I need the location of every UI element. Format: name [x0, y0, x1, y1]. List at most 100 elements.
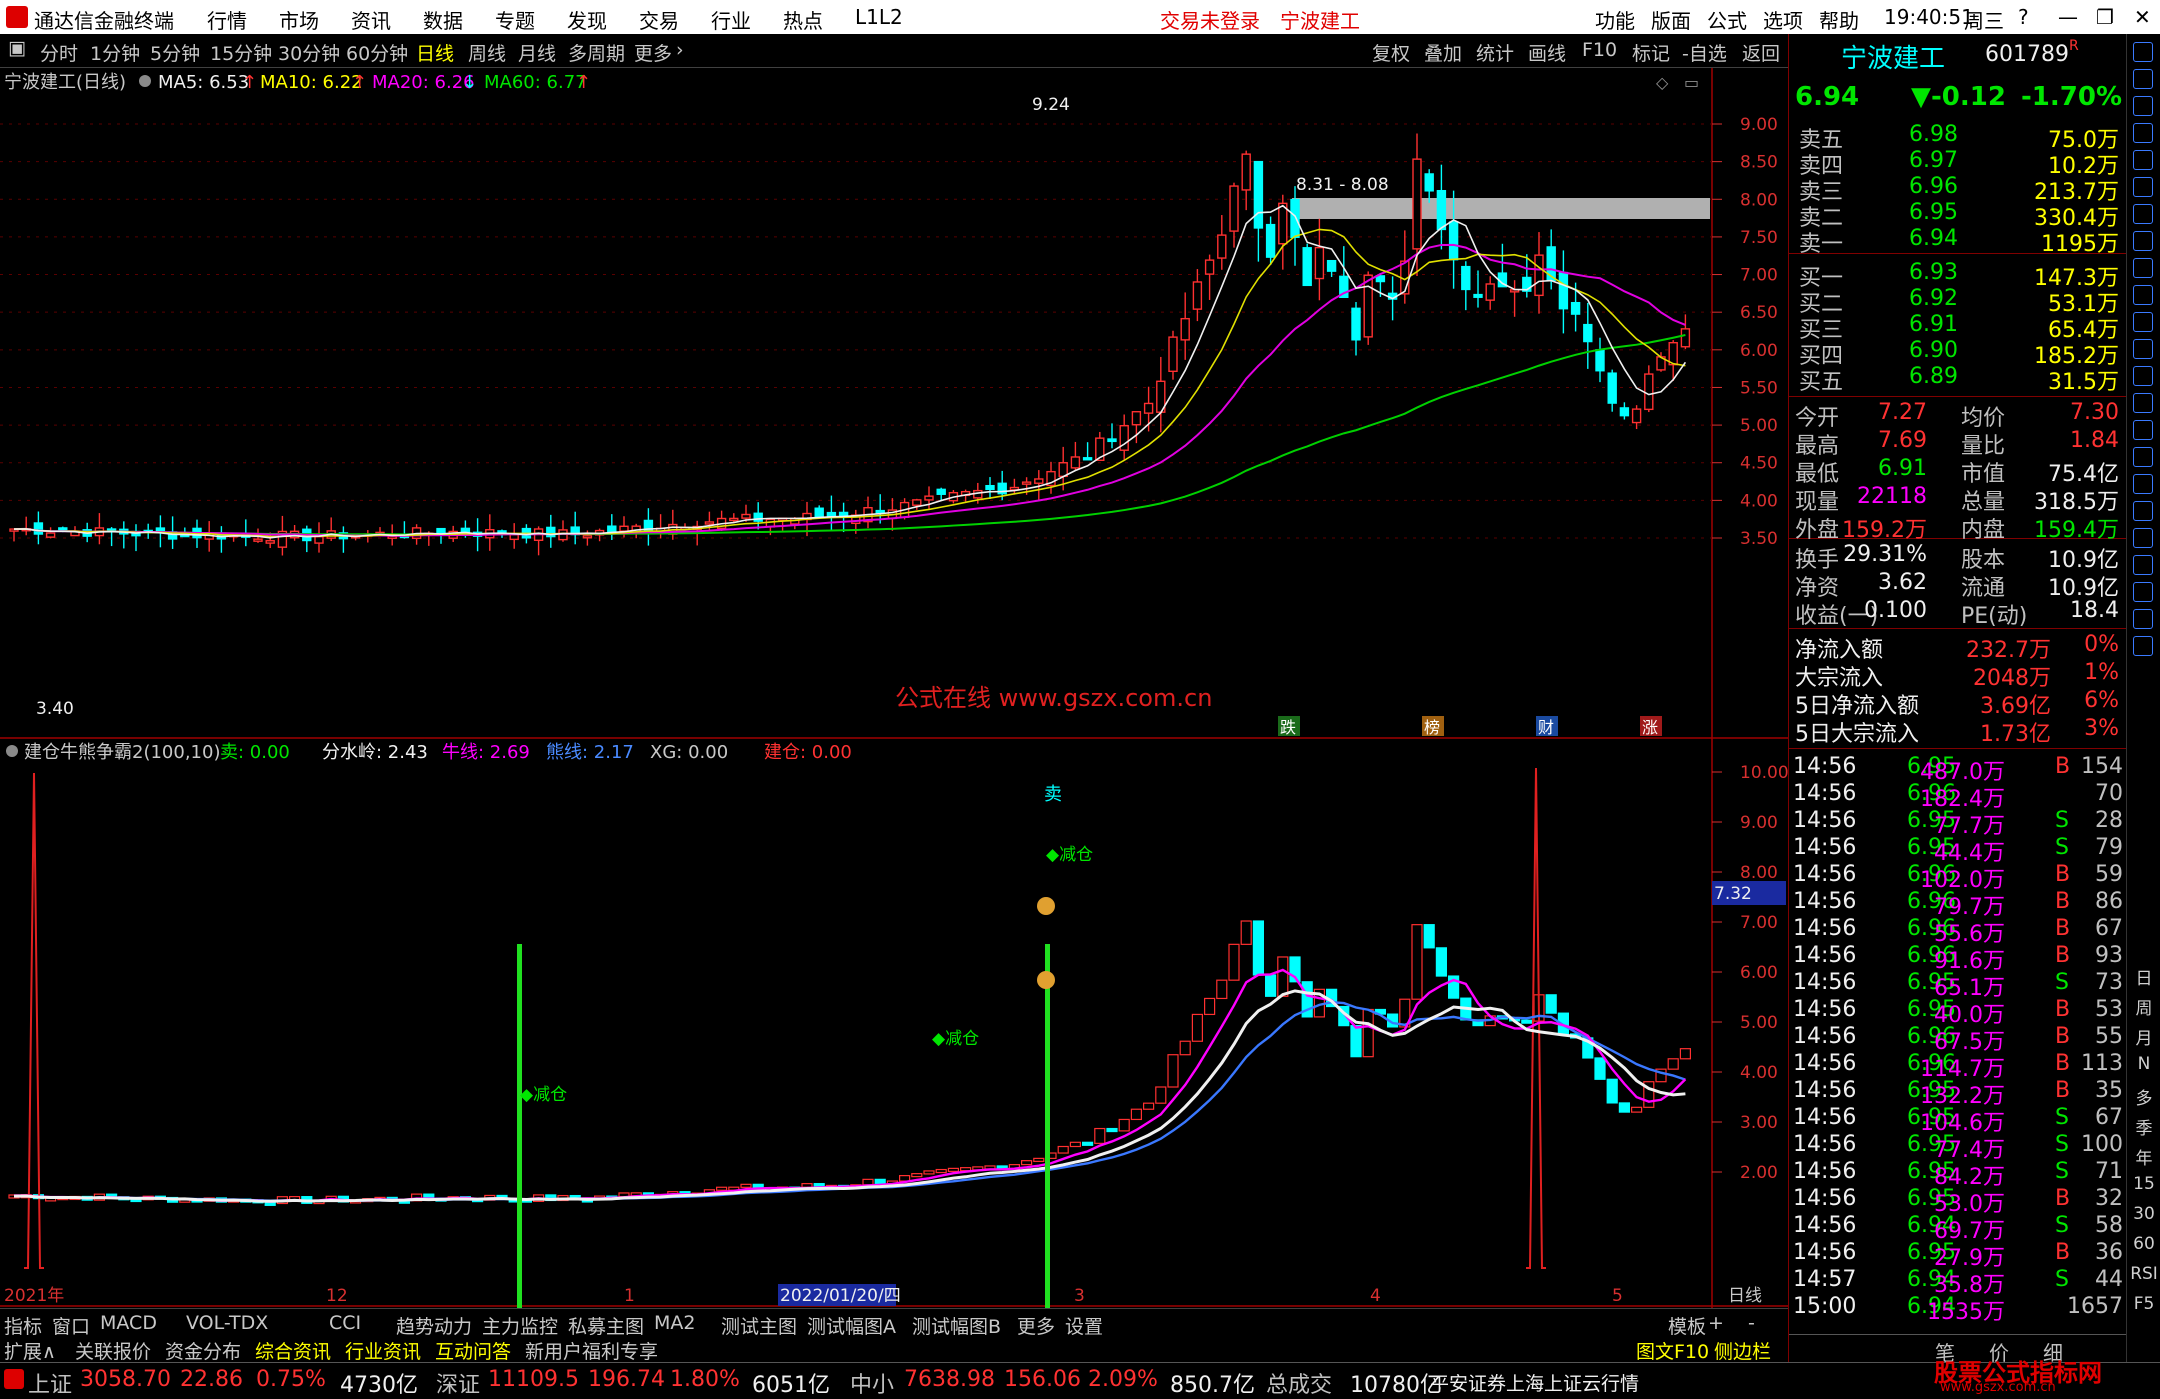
bid-row[interactable]: 买二 6.92 53.1万: [1789, 286, 2127, 317]
candle[interactable]: [1314, 246, 1325, 280]
indicator-tab[interactable]: 私募主图: [568, 1312, 644, 1339]
candle[interactable]: [1034, 478, 1044, 484]
period-side-item[interactable]: 月: [2129, 1024, 2159, 1049]
indicator-tab[interactable]: MA2: [654, 1312, 695, 1334]
period-side-item[interactable]: 15: [2129, 1174, 2159, 1194]
candle[interactable]: [1534, 254, 1544, 297]
side-tool-icon[interactable]: [2133, 474, 2153, 494]
candle[interactable]: [1058, 462, 1068, 478]
side-tool-icon[interactable]: [2133, 150, 2153, 170]
period-side-item[interactable]: 周: [2129, 994, 2159, 1019]
candle[interactable]: [1546, 246, 1556, 281]
stat-row[interactable]: 外盘 159.2万 内盘 159.4万: [1789, 512, 2127, 543]
period-side-item[interactable]: 季: [2129, 1114, 2159, 1139]
side-tool-icon[interactable]: [2133, 636, 2153, 656]
candle[interactable]: [1217, 234, 1227, 259]
tick-row[interactable]: 14:56 6.95 132.2万 B 35: [1789, 1078, 2127, 1109]
candle[interactable]: [619, 525, 629, 532]
menu-shuju[interactable]: 数据: [423, 5, 463, 34]
indicator-tab[interactable]: 更多: [1017, 1312, 1055, 1339]
action-diejia[interactable]: 叠加: [1424, 39, 1462, 66]
candle[interactable]: [509, 534, 519, 541]
candle[interactable]: [33, 522, 44, 535]
tick-row[interactable]: 14:56 6.96 114.7万 B 113: [1789, 1051, 2127, 1082]
tick-row[interactable]: 14:56 6.95 487.0万 B 154: [1789, 754, 2127, 785]
menu-shichang[interactable]: 市场: [279, 5, 319, 34]
candle[interactable]: [1448, 221, 1459, 261]
tick-row[interactable]: 14:56 6.95 27.9万 B 36: [1789, 1240, 2127, 1271]
help-icon[interactable]: ?: [2018, 5, 2029, 29]
side-tool-icon[interactable]: [2133, 582, 2153, 602]
tick-row[interactable]: 14:56 6.95 53.0万 B 32: [1789, 1186, 2127, 1217]
indicator-tab[interactable]: 设置: [1065, 1312, 1103, 1339]
candle[interactable]: [924, 495, 934, 501]
tick-row[interactable]: 14:56 6.96 67.5万 B 55: [1789, 1024, 2127, 1055]
candle[interactable]: [1241, 153, 1251, 191]
candle[interactable]: [1583, 323, 1593, 343]
period-daily[interactable]: 日线: [416, 39, 454, 66]
candle[interactable]: [1131, 411, 1142, 426]
candle[interactable]: [1082, 457, 1093, 461]
candle[interactable]: [314, 536, 324, 544]
action-zixuan[interactable]: -自选: [1682, 39, 1727, 66]
candle[interactable]: [1570, 301, 1581, 315]
menu-zhuanti[interactable]: 专题: [495, 5, 535, 34]
chart-area[interactable]: 宁波建工(日线) MA5: 6.53 ↑ MA10: 6.22 ↑ MA20: …: [0, 68, 1789, 1341]
stat-row[interactable]: 最低 6.91 市值 75.4亿: [1789, 456, 2127, 487]
candle[interactable]: [753, 512, 763, 522]
side-tool-icon[interactable]: [2133, 258, 2153, 278]
candle[interactable]: [1631, 408, 1642, 424]
ask-row[interactable]: 卖三 6.96 213.7万: [1789, 174, 2127, 205]
expand-icon[interactable]: ▭: [1684, 73, 1699, 92]
extension-tab-right[interactable]: 图文F10: [1636, 1337, 1709, 1364]
candle[interactable]: [1375, 275, 1386, 283]
tick-row[interactable]: 14:56 6.95 104.6万 S 67: [1789, 1105, 2127, 1136]
period-weekly[interactable]: 周线: [468, 39, 506, 66]
stat-row[interactable]: 换手 29.31% 股本 10.9亿: [1789, 542, 2127, 573]
menu-redian[interactable]: 热点: [783, 5, 823, 34]
extension-tab[interactable]: 行业资讯: [345, 1337, 421, 1364]
stat-row[interactable]: 今开 7.27 均价 7.30: [1789, 400, 2127, 431]
side-tool-icon[interactable]: [2133, 204, 2153, 224]
indicator-tab[interactable]: 窗口: [52, 1312, 90, 1339]
period-side-item[interactable]: 30: [2129, 1204, 2159, 1224]
candle[interactable]: [741, 513, 751, 519]
menu-l1l2[interactable]: L1L2: [855, 5, 903, 29]
template-tab[interactable]: -: [1748, 1312, 1755, 1334]
indicator-tab[interactable]: 指标: [4, 1312, 42, 1339]
flow-row[interactable]: 5日净流入额 3.69亿 6%: [1789, 688, 2127, 719]
panel-toggle-icon[interactable]: ▣: [8, 37, 26, 59]
menu-hangye[interactable]: 行业: [711, 5, 751, 34]
indicator-tab[interactable]: MACD: [100, 1312, 157, 1334]
side-tool-icon[interactable]: [2133, 177, 2153, 197]
action-biaoji[interactable]: 标记: [1632, 39, 1670, 66]
menu-jiaoyi[interactable]: 交易: [639, 5, 679, 34]
tick-row[interactable]: 14:56 6.95 84.2万 S 71: [1789, 1159, 2127, 1190]
extension-tab[interactable]: 关联报价: [75, 1337, 151, 1364]
period-side-item[interactable]: N: [2129, 1054, 2159, 1074]
menu-zixun[interactable]: 资讯: [351, 5, 391, 34]
tick-row[interactable]: 14:56 6.96 55.6万 B 67: [1789, 916, 2127, 947]
tick-row[interactable]: 14:57 6.94 35.8万 S 44: [1789, 1267, 2127, 1298]
tick-row[interactable]: 14:56 6.95 44.4万 S 79: [1789, 835, 2127, 866]
candle[interactable]: [582, 535, 593, 539]
candle[interactable]: [936, 488, 946, 495]
ask-row[interactable]: 卖四 6.97 10.2万: [1789, 148, 2127, 179]
period-monthly[interactable]: 月线: [518, 39, 556, 66]
event-zhang[interactable]: 涨: [1642, 718, 1658, 737]
ask-row[interactable]: 卖五 6.98 75.0万: [1789, 122, 2127, 153]
period-side-item[interactable]: 年: [2129, 1144, 2159, 1169]
tick-row[interactable]: 14:56 6.94 69.7万 S 58: [1789, 1213, 2127, 1244]
candle[interactable]: [1644, 373, 1654, 411]
candle[interactable]: [1265, 223, 1276, 258]
candle[interactable]: [1424, 173, 1434, 192]
sz-label[interactable]: 深证: [436, 1367, 480, 1399]
candle[interactable]: [985, 484, 995, 491]
ask-row[interactable]: 卖一 6.94 1195万: [1789, 226, 2127, 257]
side-tool-icon[interactable]: [2133, 96, 2153, 116]
side-tool-icon[interactable]: [2133, 312, 2153, 332]
tick-row[interactable]: 14:56 6.95 77.7万 S 28: [1789, 808, 2127, 839]
menu-bangzhu[interactable]: 帮助: [1819, 5, 1859, 34]
side-tool-icon[interactable]: [2133, 123, 2153, 143]
candle[interactable]: [1363, 274, 1373, 338]
